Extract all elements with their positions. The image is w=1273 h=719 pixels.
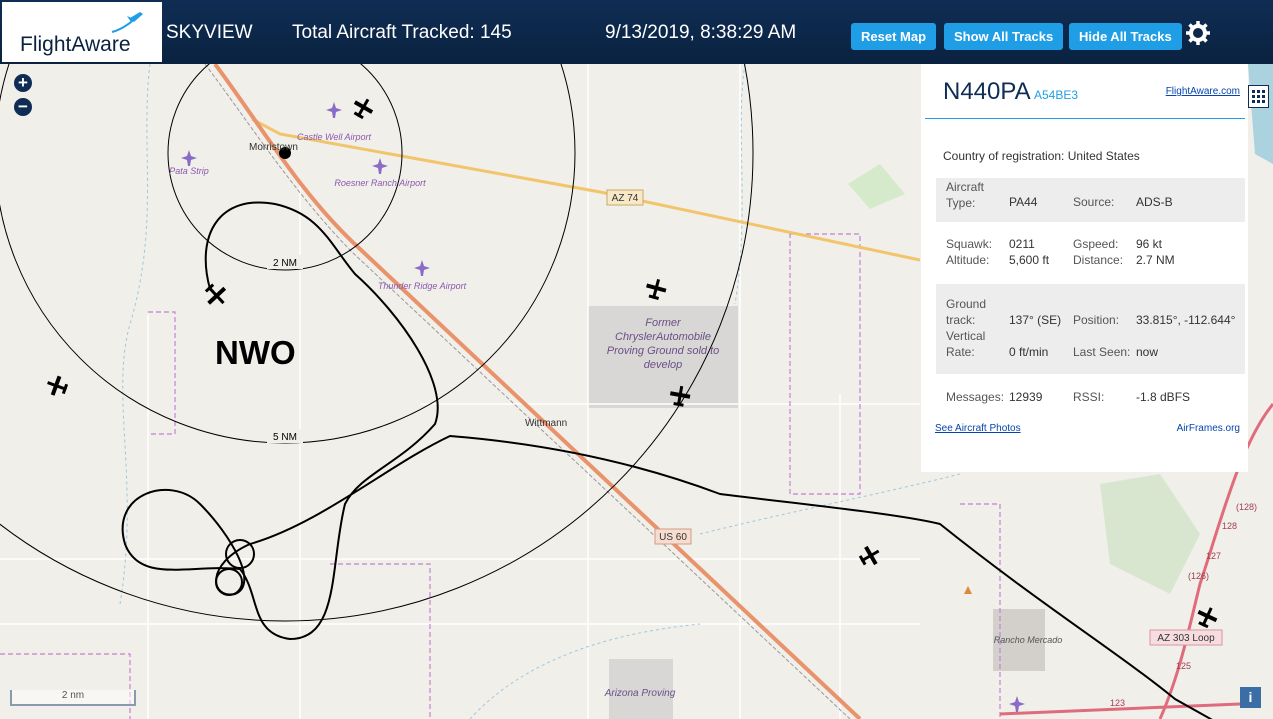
current-datetime: 9/13/2019, 8:38:29 AM	[605, 22, 797, 43]
flightaware-link[interactable]: FlightAware.com	[1166, 86, 1240, 97]
source-value: ADS-B	[1136, 195, 1173, 209]
altitude-label: Altitude:	[946, 253, 990, 267]
info-row-track: Ground track: 137° (SE) Position: 33.815…	[936, 284, 1245, 374]
ground-track-value: 137° (SE)	[1009, 313, 1062, 327]
gear-icon[interactable]	[1186, 21, 1210, 45]
airport-castle-well[interactable]: Castle Well Airport	[297, 132, 372, 142]
road-126: (126)	[1188, 571, 1209, 581]
info-row-messages: Messages: 12939 RSSI: -1.8 dBFS	[936, 388, 1245, 408]
total-tracked: Total Aircraft Tracked: 145	[292, 22, 512, 43]
aircraft-photos-link[interactable]: See Aircraft Photos	[935, 423, 1021, 434]
zoom-out-button[interactable]: −	[14, 98, 32, 116]
gspeed-value: 96 kt	[1136, 237, 1163, 251]
road-az303: AZ 303 Loop	[1157, 633, 1215, 644]
road-127: 127	[1206, 551, 1221, 561]
road-us60: US 60	[659, 532, 687, 543]
flightaware-logo[interactable]: FlightAware	[2, 2, 162, 62]
zoom-in-button[interactable]: +	[14, 74, 32, 92]
road-125: 125	[1176, 661, 1191, 671]
top-bar: FlightAware SKYVIEW Total Aircraft Track…	[0, 0, 1273, 64]
last-seen-value: now	[1136, 345, 1159, 359]
aircraft-type-label: Aircraft Type:	[946, 180, 985, 210]
country-label: Country of registration:	[943, 149, 1065, 163]
airport-pata-strip[interactable]: Pata Strip	[169, 166, 209, 176]
vertical-rate-label: Vertical Rate:	[946, 329, 986, 359]
country-value: United States	[1067, 149, 1140, 163]
place-arizona-proving: Arizona Proving	[605, 688, 676, 699]
aircraft-registration: N440PA	[943, 78, 1031, 105]
scale-bar: 2 nm	[10, 690, 136, 706]
place-proving-ground: Former ChryslerAutomobile Proving Ground…	[607, 317, 720, 371]
last-seen-label: Last Seen:	[1073, 345, 1131, 359]
hide-all-tracks-button[interactable]: Hide All Tracks	[1069, 23, 1182, 50]
panel-divider	[925, 118, 1245, 119]
squawk-label: Squawk:	[946, 237, 993, 251]
aircraft-info-panel: N440PA A54BE3 FlightAware.com Country of…	[921, 64, 1248, 472]
info-icon[interactable]: i	[1240, 687, 1261, 708]
rssi-value: -1.8 dBFS	[1136, 390, 1191, 404]
gspeed-label: Gspeed:	[1073, 237, 1119, 251]
info-row-type: Aircraft Type: PA44 Source: ADS-B	[936, 178, 1245, 222]
logo-text: FlightAware	[20, 33, 131, 56]
country-row: Country of registration: United States	[943, 149, 1140, 163]
vertical-rate-value: 0 ft/min	[1009, 345, 1049, 359]
road-az74: AZ 74	[612, 193, 639, 204]
position-value: 33.815°, -112.644°	[1136, 313, 1236, 327]
distance-label: Distance:	[1073, 253, 1124, 267]
squawk-value: 0211	[1009, 237, 1035, 251]
road-128-b: 128	[1222, 521, 1237, 531]
road-128-a: (128)	[1236, 502, 1257, 512]
place-wittmann: Wittmann	[525, 418, 567, 429]
airframes-link[interactable]: AirFrames.org	[1177, 423, 1240, 434]
show-all-tracks-button[interactable]: Show All Tracks	[944, 23, 1064, 50]
rssi-label: RSSI:	[1073, 390, 1105, 404]
airport-thunder-ridge[interactable]: Thunder Ridge Airport	[378, 281, 467, 291]
distance-value: 2.7 NM	[1136, 253, 1175, 267]
range-ring-5nm: 5 NM	[273, 432, 297, 443]
road-123: 123	[1110, 698, 1125, 708]
app-name: SKYVIEW	[166, 22, 253, 43]
ground-track-label: Ground track:	[946, 297, 987, 327]
airport-roesner-ranch[interactable]: Roesner Ranch Airport	[334, 178, 426, 188]
info-row-squawk: Squawk: 0211 Gspeed: 96 kt Altitude: 5,6…	[936, 236, 1245, 276]
aircraft-hex: A54BE3	[1034, 88, 1079, 102]
messages-label: Messages:	[946, 390, 1005, 404]
position-label: Position:	[1073, 313, 1120, 327]
aircraft-type-value: PA44	[1009, 195, 1038, 209]
altitude-value: 5,600 ft	[1009, 253, 1050, 267]
source-label: Source:	[1073, 195, 1115, 209]
range-ring-2nm: 2 NM	[273, 258, 297, 269]
place-rancho-mercado: Rancho Mercado	[994, 635, 1063, 645]
messages-value: 12939	[1009, 390, 1043, 404]
reset-map-button[interactable]: Reset Map	[851, 23, 937, 50]
place-morristown: Morristown	[249, 142, 298, 153]
station-label: NWO	[215, 334, 296, 371]
grid-icon[interactable]	[1248, 85, 1269, 108]
